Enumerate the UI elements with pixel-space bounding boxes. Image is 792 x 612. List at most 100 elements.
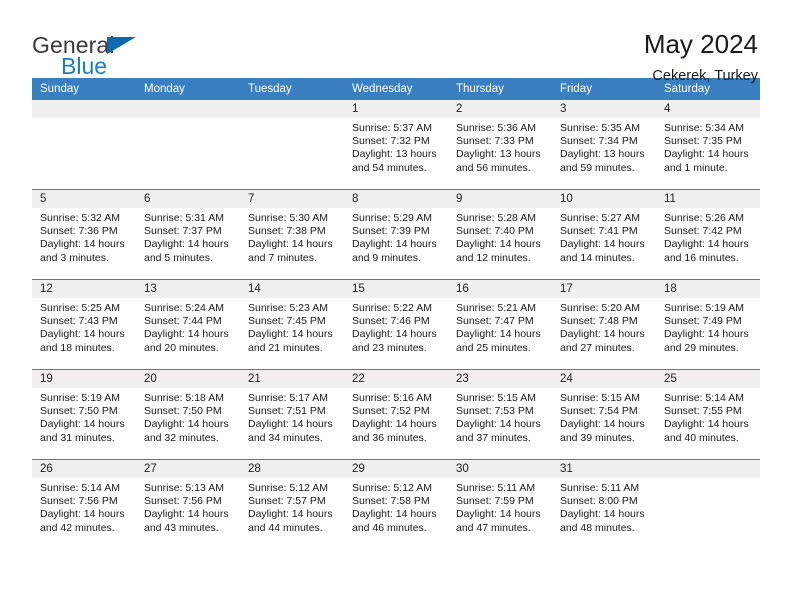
day-number: 22	[344, 370, 448, 388]
day-cell-inner: 10 Sunrise: 5:27 AM Sunset: 7:41 PM Dayligh…	[552, 190, 656, 279]
weekday-header-wednesday: Wednesday	[344, 78, 448, 100]
sunset-text: Sunset: 7:45 PM	[248, 315, 326, 328]
day-cell-inner: 9 Sunrise: 5:28 AM Sunset: 7:40 PM Daylight…	[448, 190, 552, 279]
calendar-day-cell[interactable]: 10 Sunrise: 5:27 AM Sunset: 7:41 PM Dayligh…	[552, 189, 656, 280]
daylight-text: Daylight: 14 hours and 34 minutes.	[248, 418, 333, 444]
general-blue-logo[interactable]: General Blue	[32, 30, 152, 82]
calendar-day-cell[interactable]: 26 Sunrise: 5:14 AM Sunset: 7:56 PM Dayligh…	[32, 459, 136, 549]
sunset-text: Sunset: 7:52 PM	[352, 405, 430, 418]
calendar-day-cell-empty	[32, 100, 136, 190]
day-number: 31	[552, 460, 656, 478]
calendar-day-cell[interactable]: 14 Sunrise: 5:23 AM Sunset: 7:45 PM Dayligh…	[240, 279, 344, 370]
sunrise-text: Sunrise: 5:19 AM	[664, 302, 744, 314]
day-cell-inner: 15 Sunrise: 5:22 AM Sunset: 7:46 PM Dayligh…	[344, 280, 448, 369]
calendar-day-cell[interactable]: 17 Sunrise: 5:20 AM Sunset: 7:48 PM Dayligh…	[552, 279, 656, 370]
day-cell-inner: 25 Sunrise: 5:14 AM Sunset: 7:55 PM Dayligh…	[656, 370, 760, 459]
calendar-day-cell[interactable]: 21 Sunrise: 5:17 AM Sunset: 7:51 PM Dayligh…	[240, 369, 344, 460]
logo-triangle-icon	[107, 37, 136, 54]
day-number: 5	[32, 190, 136, 208]
calendar-day-cell[interactable]: 30 Sunrise: 5:11 AM Sunset: 7:59 PM Dayligh…	[448, 459, 552, 549]
daylight-text: Daylight: 14 hours and 39 minutes.	[560, 418, 645, 444]
calendar-day-cell[interactable]: 25 Sunrise: 5:14 AM Sunset: 7:55 PM Dayligh…	[656, 369, 760, 460]
calendar-day-cell[interactable]: 3 Sunrise: 5:35 AM Sunset: 7:34 PM Daylight…	[552, 100, 656, 190]
day-number: 11	[656, 190, 760, 208]
sunrise-text: Sunrise: 5:27 AM	[560, 212, 640, 224]
calendar-day-cell[interactable]: 15 Sunrise: 5:22 AM Sunset: 7:46 PM Dayligh…	[344, 279, 448, 370]
daylight-text: Daylight: 14 hours and 44 minutes.	[248, 508, 333, 534]
sunset-text: Sunset: 7:34 PM	[560, 135, 638, 148]
calendar-day-cell[interactable]: 23 Sunrise: 5:15 AM Sunset: 7:53 PM Dayligh…	[448, 369, 552, 460]
logo-text-blue: Blue	[61, 53, 108, 79]
daylight-text: Daylight: 14 hours and 12 minutes.	[456, 238, 541, 264]
calendar-day-cell[interactable]: 8 Sunrise: 5:29 AM Sunset: 7:39 PM Daylight…	[344, 189, 448, 280]
calendar-day-cell[interactable]: 24 Sunrise: 5:15 AM Sunset: 7:54 PM Dayligh…	[552, 369, 656, 460]
page-header: General Blue May 2024 Cekerek, Turkey	[32, 0, 760, 84]
day-cell-inner: 19 Sunrise: 5:19 AM Sunset: 7:50 PM Dayligh…	[32, 370, 136, 459]
calendar-day-cell[interactable]: 16 Sunrise: 5:21 AM Sunset: 7:47 PM Dayligh…	[448, 279, 552, 370]
calendar-day-cell[interactable]: 4 Sunrise: 5:34 AM Sunset: 7:35 PM Daylight…	[656, 100, 760, 190]
sunrise-text: Sunrise: 5:24 AM	[144, 302, 224, 314]
daylight-text: Daylight: 14 hours and 27 minutes.	[560, 328, 645, 354]
day-number: 7	[240, 190, 344, 208]
sunset-text: Sunset: 7:51 PM	[248, 405, 326, 418]
calendar-grid: Sunday Monday Tuesday Wednesday Thursday…	[32, 78, 760, 549]
calendar-day-cell[interactable]: 19 Sunrise: 5:19 AM Sunset: 7:50 PM Dayligh…	[32, 369, 136, 460]
sunrise-text: Sunrise: 5:14 AM	[40, 482, 120, 494]
day-cell-inner: 22 Sunrise: 5:16 AM Sunset: 7:52 PM Dayligh…	[344, 370, 448, 459]
calendar-day-cell[interactable]: 5 Sunrise: 5:32 AM Sunset: 7:36 PM Daylight…	[32, 189, 136, 280]
calendar-day-cell[interactable]: 9 Sunrise: 5:28 AM Sunset: 7:40 PM Daylight…	[448, 189, 552, 280]
sunset-text: Sunset: 7:53 PM	[456, 405, 534, 418]
calendar-week-row: 12 Sunrise: 5:25 AM Sunset: 7:43 PM Dayligh…	[32, 279, 760, 370]
calendar-day-cell[interactable]: 28 Sunrise: 5:12 AM Sunset: 7:57 PM Dayligh…	[240, 459, 344, 549]
sunset-text: Sunset: 7:43 PM	[40, 315, 118, 328]
daylight-text: Daylight: 13 hours and 56 minutes.	[456, 148, 541, 174]
calendar-day-cell[interactable]: 12 Sunrise: 5:25 AM Sunset: 7:43 PM Dayligh…	[32, 279, 136, 370]
sunset-text: Sunset: 7:33 PM	[456, 135, 534, 148]
day-cell-inner: 14 Sunrise: 5:23 AM Sunset: 7:45 PM Dayligh…	[240, 280, 344, 369]
day-cell-inner: 29 Sunrise: 5:12 AM Sunset: 7:58 PM Dayligh…	[344, 460, 448, 549]
calendar-day-cell[interactable]: 11 Sunrise: 5:26 AM Sunset: 7:42 PM Dayligh…	[656, 189, 760, 280]
calendar-day-cell[interactable]: 18 Sunrise: 5:19 AM Sunset: 7:49 PM Dayligh…	[656, 279, 760, 370]
day-cell-inner: 31 Sunrise: 5:11 AM Sunset: 8:00 PM Dayligh…	[552, 460, 656, 549]
calendar-day-cell[interactable]: 6 Sunrise: 5:31 AM Sunset: 7:37 PM Daylight…	[136, 189, 240, 280]
daylight-text: Daylight: 13 hours and 59 minutes.	[560, 148, 645, 174]
day-cell-details: Sunrise: 5:29 AM Sunset: 7:39 PM Daylight:…	[344, 208, 448, 265]
day-cell-details: Sunrise: 5:34 AM Sunset: 7:35 PM Daylight:…	[656, 118, 760, 175]
calendar-day-cell[interactable]: 2 Sunrise: 5:36 AM Sunset: 7:33 PM Daylight…	[448, 100, 552, 190]
day-cell-inner: 8 Sunrise: 5:29 AM Sunset: 7:39 PM Daylight…	[344, 190, 448, 279]
sunrise-text: Sunrise: 5:31 AM	[144, 212, 224, 224]
day-cell-inner: 5 Sunrise: 5:32 AM Sunset: 7:36 PM Daylight…	[32, 190, 136, 279]
calendar-day-cell[interactable]: 27 Sunrise: 5:13 AM Sunset: 7:56 PM Dayligh…	[136, 459, 240, 549]
calendar-day-cell[interactable]: 7 Sunrise: 5:30 AM Sunset: 7:38 PM Daylight…	[240, 189, 344, 280]
sunrise-text: Sunrise: 5:28 AM	[456, 212, 536, 224]
calendar-week-row: 26 Sunrise: 5:14 AM Sunset: 7:56 PM Dayligh…	[32, 459, 760, 549]
day-number: 29	[344, 460, 448, 478]
calendar-day-cell[interactable]: 1 Sunrise: 5:37 AM Sunset: 7:32 PM Daylight…	[344, 100, 448, 190]
daylight-text: Daylight: 14 hours and 3 minutes.	[40, 238, 125, 264]
day-cell-details: Sunrise: 5:11 AM Sunset: 7:59 PM Daylight:…	[448, 478, 552, 535]
day-cell-details: Sunrise: 5:12 AM Sunset: 7:57 PM Daylight:…	[240, 478, 344, 535]
sunset-text: Sunset: 7:41 PM	[560, 225, 638, 238]
sunset-text: Sunset: 7:55 PM	[664, 405, 742, 418]
sunrise-text: Sunrise: 5:21 AM	[456, 302, 536, 314]
day-cell-inner: 27 Sunrise: 5:13 AM Sunset: 7:56 PM Dayligh…	[136, 460, 240, 549]
day-number: 28	[240, 460, 344, 478]
calendar-day-cell[interactable]: 31 Sunrise: 5:11 AM Sunset: 8:00 PM Dayligh…	[552, 459, 656, 549]
day-cell-details: Sunrise: 5:22 AM Sunset: 7:46 PM Daylight:…	[344, 298, 448, 355]
sunset-text: Sunset: 7:37 PM	[144, 225, 222, 238]
day-cell-details: Sunrise: 5:27 AM Sunset: 7:41 PM Daylight:…	[552, 208, 656, 265]
calendar-day-cell[interactable]: 29 Sunrise: 5:12 AM Sunset: 7:58 PM Dayligh…	[344, 459, 448, 549]
day-cell-details: Sunrise: 5:14 AM Sunset: 7:55 PM Daylight:…	[656, 388, 760, 445]
sunrise-text: Sunrise: 5:17 AM	[248, 392, 328, 404]
day-number: 12	[32, 280, 136, 298]
day-cell-inner	[656, 460, 760, 549]
calendar-day-cell[interactable]: 13 Sunrise: 5:24 AM Sunset: 7:44 PM Dayligh…	[136, 279, 240, 370]
day-number: 10	[552, 190, 656, 208]
calendar-day-cell[interactable]: 20 Sunrise: 5:18 AM Sunset: 7:50 PM Dayligh…	[136, 369, 240, 460]
calendar-day-cell[interactable]: 22 Sunrise: 5:16 AM Sunset: 7:52 PM Dayligh…	[344, 369, 448, 460]
daylight-text: Daylight: 14 hours and 47 minutes.	[456, 508, 541, 534]
sunrise-text: Sunrise: 5:35 AM	[560, 122, 640, 134]
day-cell-inner: 20 Sunrise: 5:18 AM Sunset: 7:50 PM Dayligh…	[136, 370, 240, 459]
day-cell-inner: 1 Sunrise: 5:37 AM Sunset: 7:32 PM Daylight…	[344, 100, 448, 189]
sunset-text: Sunset: 8:00 PM	[560, 495, 638, 508]
